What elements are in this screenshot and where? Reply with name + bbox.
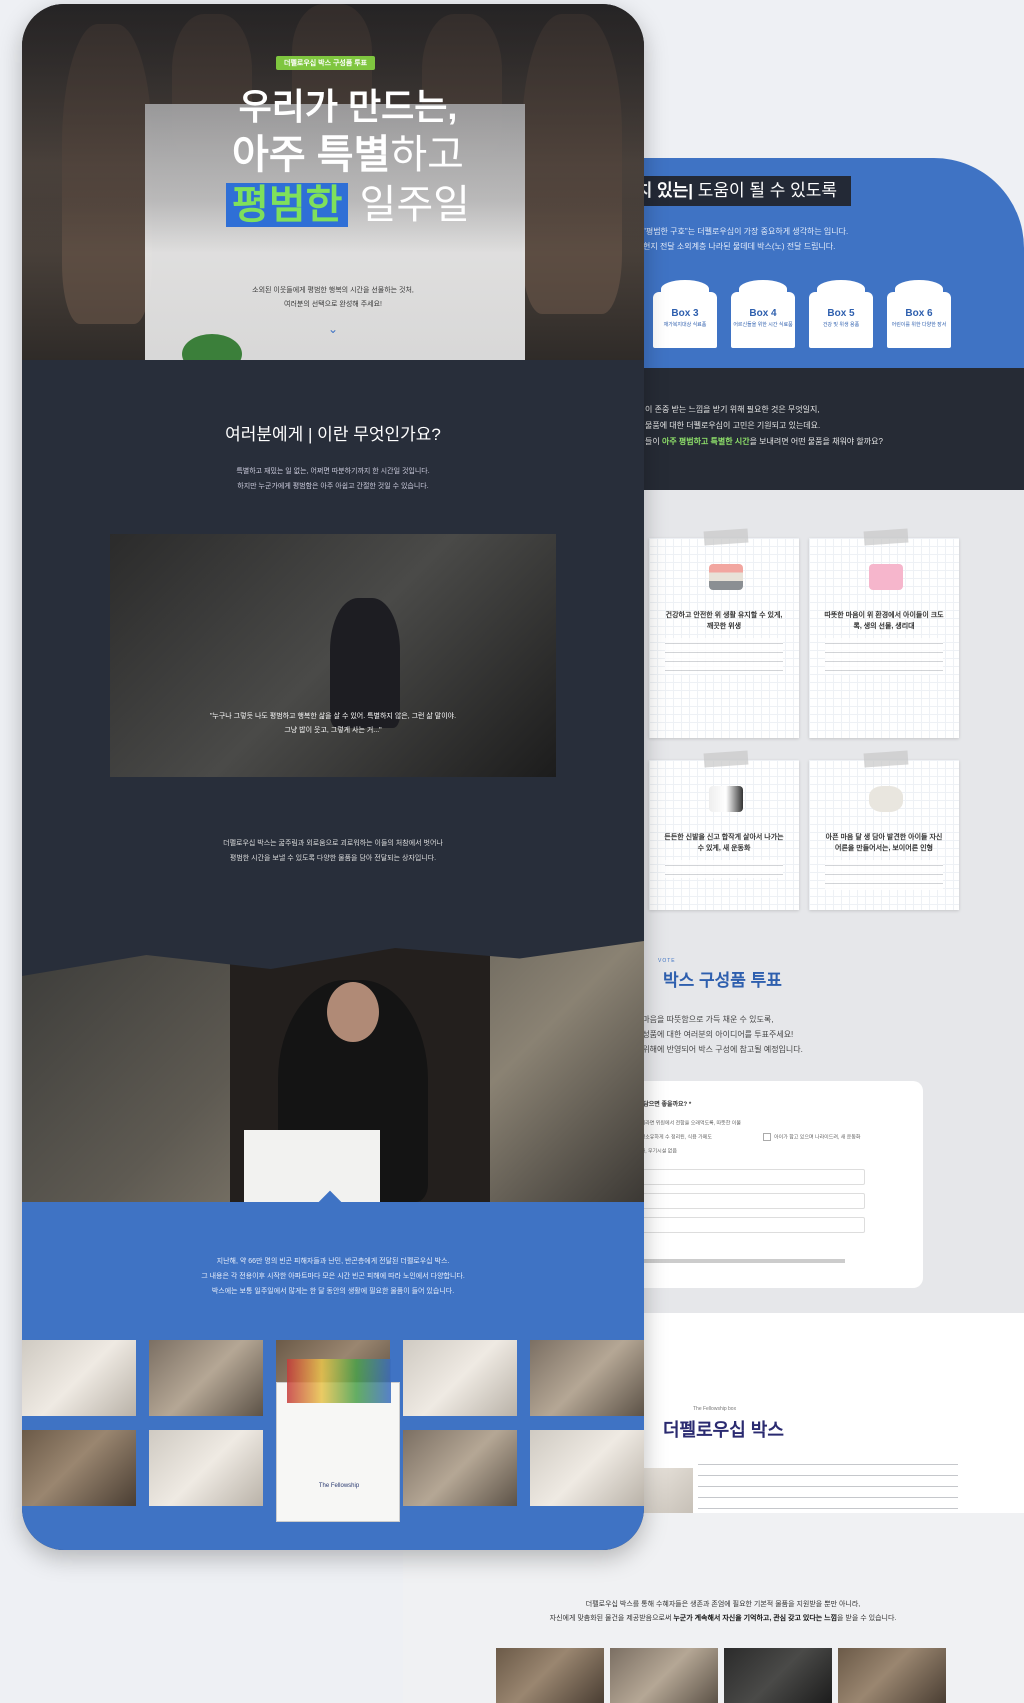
note-body-text	[665, 638, 783, 674]
fellowship-description	[698, 1458, 958, 1520]
box-logo-label: The Fellowship	[318, 1483, 360, 1489]
gallery-photo-6[interactable]	[22, 1430, 136, 1506]
pad-icon	[869, 564, 903, 590]
note-body-text	[825, 860, 943, 890]
email-input[interactable]	[625, 1217, 865, 1233]
name-input[interactable]	[625, 1169, 865, 1185]
note-title: 든든한 신발을 신고 합작게 살아서 나가는 수 있게, 새 운동화	[664, 834, 784, 852]
recipient-face	[327, 982, 379, 1042]
bottom-text: 더펠로우십 박스를 통해 수혜자들은 생존과 존엄에 필요한 기본적 물품을 지…	[549, 1601, 897, 1622]
vote-eyebrow: VOTE	[658, 958, 676, 964]
box-contents	[287, 1359, 391, 1403]
box-4-icon[interactable]: Box 4 어르신들을 위한 시간 식료품	[731, 280, 795, 348]
bottom-photo-1	[496, 1648, 604, 1703]
form-privacy-note	[625, 1259, 845, 1263]
gallery-photo-1[interactable]	[22, 1340, 136, 1416]
note-body-text	[825, 638, 943, 674]
scroll-down-icon[interactable]: ⌄	[328, 322, 338, 336]
intro-text: 특별하고 재밌는 일 없는, 어쩌면 따분하기까지 한 시간일 것입니다. 하지…	[236, 468, 430, 490]
hero-subtitle: 소외된 이웃들에게 평범한 행복의 시간을 선물하는 것처, 여러분의 선택으로…	[252, 287, 414, 308]
note-card-shoes: 든든한 신발을 신고 합작게 살아서 나가는 수 있게, 새 운동화	[649, 750, 799, 910]
gallery-photo-8[interactable]	[403, 1430, 517, 1506]
fellowship-carton	[244, 1130, 380, 1202]
dark-line-2: 물품에 대한 더펠로우십이 고민은 기원되고 있는데요.	[645, 421, 821, 430]
note-title: 건강하고 안전한 위 생활 유지할 수 있게, 깨끗한 위생	[665, 612, 783, 630]
note-card-doll: 아픈 마음 달 생 담아 발견한 아이들 자신 어른을 만들어서는, 보이어른 …	[809, 750, 959, 910]
vote-form: 구호를 담으면 좋을까요? * 나눠라면 위원에서 전함을 오래먹도록, 따뜻한…	[613, 1081, 923, 1288]
gallery-photo-2[interactable]	[149, 1340, 263, 1416]
bottom-photo-2	[610, 1648, 718, 1703]
toy-lamb-icon	[869, 786, 903, 812]
intro-section: 여러분에게 | 이란 무엇인가요? 특별하고 재밌는 일 없는, 어쩌면 따분하…	[22, 360, 644, 920]
dark-line-3: 들이 아주 평범하고 특별한 시간을 보내려면 어떤 물품을 채워야 할까요?	[645, 437, 883, 446]
note-title: 따뜻한 마음이 위 환경에서 아이들이 크도록, 생의 선물, 생리대	[824, 612, 944, 630]
box-description: 더펠로우십 박스는 굶주림과 외로움으로 괴로워하는 이들의 처참에서 벗어나 …	[223, 840, 443, 862]
sneaker-icon	[709, 786, 743, 812]
intro-question: 여러분에게 | 이란 무엇인가요?	[225, 425, 441, 444]
fellowship-title: 더펠로우십 박스	[663, 1420, 784, 1440]
elderly-man-photo: "누구나 그렇듯 나도 평범하고 행복한 삶을 살 수 있어. 특별하지 않은,…	[110, 534, 556, 777]
hero-title: 우리가 만드는, 아주 특별하고 평범한 일주일	[198, 84, 498, 230]
impact-text: 지난해, 약 66만 명의 빈곤 피해자들과 난민, 반곤층에게 전달된 더펠로…	[201, 1258, 465, 1295]
tape-decoration	[863, 750, 909, 768]
impact-section: 지난해, 약 66만 명의 빈곤 피해자들과 난민, 반곤층에게 전달된 더펠로…	[22, 1190, 644, 1550]
dark-line-1: 이 존중 받는 느낌을 받기 위해 필요한 것은 무엇일지,	[645, 405, 820, 414]
note-title: 아픈 마음 달 생 담아 발견한 아이들 자신 어른을 만들어서는, 보이어른 …	[825, 834, 943, 852]
box-6-icon[interactable]: Box 6 어린이를 위한 다양한 장서	[887, 280, 951, 348]
tape-decoration	[863, 528, 909, 546]
gallery-photo-7[interactable]	[149, 1430, 263, 1506]
man-silhouette	[330, 598, 400, 728]
hero-badge: 더펠로우십 박스 구성품 투표	[276, 56, 376, 70]
vote-title: 박스 구성품 투표	[663, 971, 782, 990]
gallery-photo-4[interactable]	[403, 1340, 517, 1416]
note-card-pads: 따뜻한 마음이 위 환경에서 아이들이 크도록, 생의 선물, 생리대	[809, 528, 959, 738]
box-3-icon[interactable]: Box 3 재가복지대상 식료품	[653, 280, 717, 348]
value-headline: 가치 있는| 도움이 될 수 있도록	[613, 176, 852, 206]
hero-section: 더펠로우십 박스 구성품 투표 우리가 만드는, 아주 특별하고 평범한 일주일…	[22, 4, 644, 374]
form-option-3[interactable]: 아이가 합고 있으며 나라이드려, 새 운동화	[763, 1133, 861, 1141]
photo-quote: "누구나 그렇듯 나도 평범하고 행복한 삶을 살 수 있어. 특별하지 않은,…	[209, 713, 457, 734]
front-page-preview: 더펠로우십 박스 구성품 투표 우리가 만드는, 아주 특별하고 평범한 일주일…	[22, 4, 644, 1550]
tape-decoration	[703, 528, 749, 546]
contact-input[interactable]	[625, 1193, 865, 1209]
delivery-photo	[22, 920, 644, 1202]
note-body-text	[665, 860, 783, 878]
vote-description: • 이웃의 마음을 따뜻함으로 가득 채운 수 있도록, • 박스 구성품에 대…	[613, 1015, 803, 1054]
bottom-photo-4	[838, 1648, 946, 1703]
gallery-photo-5[interactable]	[530, 1340, 644, 1416]
tape-decoration	[703, 750, 749, 768]
note-card-hygiene: 건강하고 안전한 위 생활 유지할 수 있게, 깨끗한 위생	[649, 528, 799, 738]
box-5-icon[interactable]: Box 5 건강 및 위생 용품	[809, 280, 873, 348]
value-subtext: "평범한 구호"는 더펠로우십이 가장 중요하게 생각하는 입니다. 현지 전달…	[643, 227, 849, 251]
fellowship-eyebrow: The Fellowship box	[693, 1406, 737, 1412]
featured-fellowship-box: The Fellowship	[276, 1359, 400, 1522]
gallery-photo-9[interactable]	[530, 1430, 644, 1506]
towel-icon	[709, 564, 743, 590]
bottom-photo-3	[724, 1648, 832, 1703]
